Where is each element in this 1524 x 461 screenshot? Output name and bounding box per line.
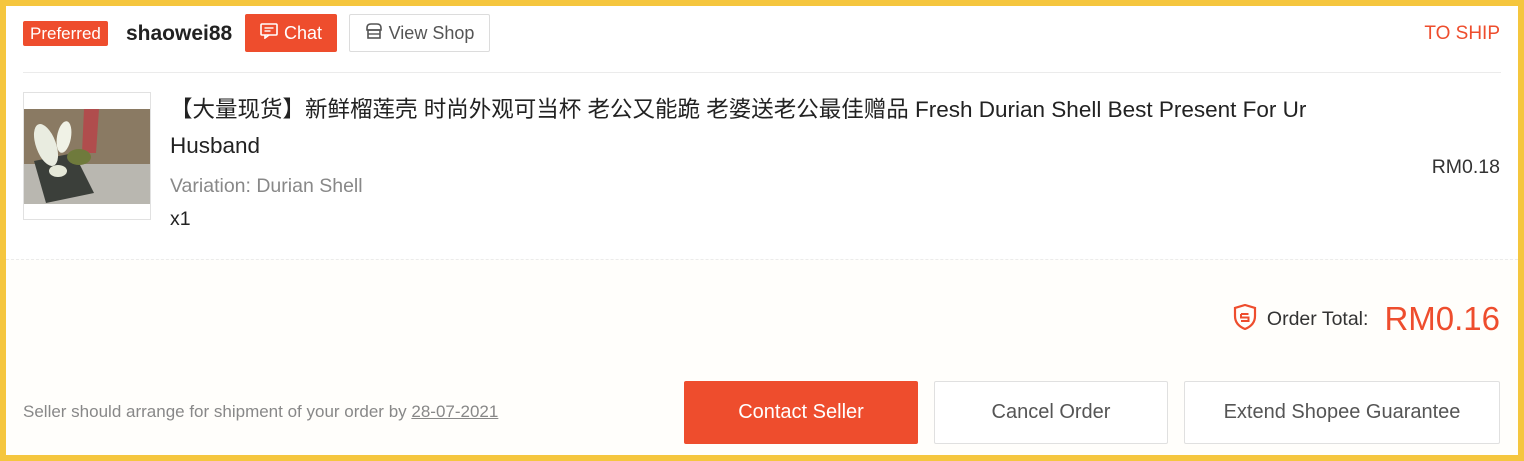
product-variation: Variation: Durian Shell [170,175,363,197]
preferred-badge: Preferred [23,21,108,46]
order-status: TO SHIP [1424,23,1500,44]
product-title[interactable]: 【大量现货】新鲜榴莲壳 时尚外观可当杯 老公又能跪 老婆送老公最佳赠品 Fres… [170,92,1400,164]
view-shop-label: View Shop [388,22,475,43]
shop-name[interactable]: shaowei88 [126,20,232,48]
extend-shopee-guarantee-button[interactable]: Extend Shopee Guarantee [1184,381,1500,444]
shop-icon [365,22,383,44]
shipment-note: Seller should arrange for shipment of yo… [23,401,498,423]
order-total-value: RM0.16 [1384,300,1500,337]
product-thumbnail[interactable] [23,92,151,220]
shield-icon [1233,303,1257,335]
chat-icon [260,22,278,44]
chat-label: Chat [283,22,323,43]
order-total-label: Order Total: [1266,307,1369,330]
product-quantity: x1 [170,208,191,230]
shipment-date[interactable]: 28-07-2021 [411,402,498,421]
shipment-note-text: Seller should arrange for shipment of yo… [23,402,412,421]
view-shop-button[interactable]: View Shop [349,14,490,52]
cancel-order-button[interactable]: Cancel Order [934,381,1168,444]
order-header: Preferred shaowei88 Chat View Shop TO SH… [6,6,1518,72]
order-card: Preferred shaowei88 Chat View Shop TO SH… [6,6,1518,455]
contact-seller-button[interactable]: Contact Seller [684,381,918,444]
chat-button[interactable]: Chat [245,14,337,52]
order-footer: Order Total: RM0.16 Seller should arrang… [6,259,1518,455]
order-total-row: Order Total: RM0.16 [1233,300,1500,338]
product-price: RM0.18 [1431,156,1500,178]
order-item[interactable]: 【大量现货】新鲜榴莲壳 时尚外观可当杯 老公又能跪 老婆送老公最佳赠品 Fres… [6,73,1518,259]
